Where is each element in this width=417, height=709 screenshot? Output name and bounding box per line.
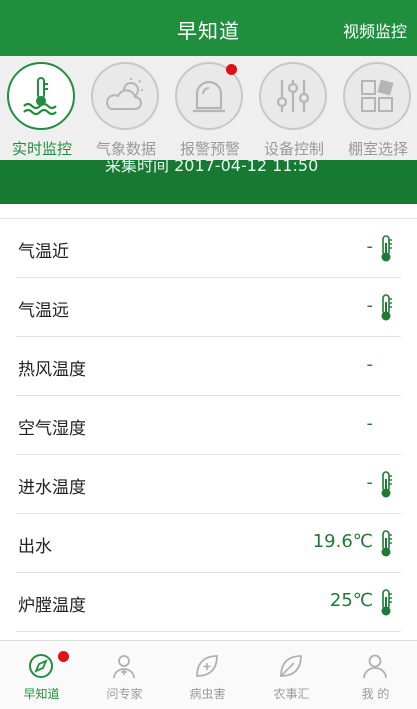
menu-item-label: 报警预警 xyxy=(179,140,240,158)
reading-name: 热风温度 xyxy=(18,360,86,380)
reading-row: 炉膛温度 25℃ xyxy=(16,573,401,632)
thermometer-icon[interactable] xyxy=(379,530,393,558)
reading-row: 出水 19.6℃ xyxy=(16,514,401,573)
reading-row: 空气湿度 - xyxy=(16,396,401,455)
menu-circle xyxy=(259,62,327,130)
reading-value: - xyxy=(366,236,374,257)
thermometer-icon[interactable] xyxy=(379,294,393,322)
menu-item-realtime-monitor[interactable]: 实时监控 xyxy=(0,62,84,158)
reading-name: 进水温度 xyxy=(18,478,86,498)
alarm-badge xyxy=(226,64,237,75)
leaf-icon xyxy=(280,655,302,677)
compass-icon xyxy=(29,654,53,678)
thermometer-water-icon xyxy=(23,77,57,116)
tab-label: 农事汇 xyxy=(273,687,310,701)
tab-pests-diseases[interactable]: 病虫害 xyxy=(166,641,249,709)
leaf-plus-icon xyxy=(196,655,218,677)
menu-item-weather-data[interactable]: 气象数据 xyxy=(84,62,168,158)
reading-value: 25℃ xyxy=(329,590,373,611)
app-header: 早知道 视频监控 xyxy=(0,0,417,56)
sliders-icon xyxy=(276,80,310,112)
reading-name: 出水 xyxy=(18,537,52,557)
menu-circle xyxy=(343,62,411,130)
reading-row: 气温近 - xyxy=(16,219,401,278)
person-icon xyxy=(363,654,387,679)
thermometer-icon[interactable] xyxy=(379,589,393,617)
reading-value: - xyxy=(366,472,374,493)
reading-name: 气温远 xyxy=(18,301,69,321)
alarm-light-icon xyxy=(193,80,225,113)
reading-name: 炉膛温度 xyxy=(18,596,86,616)
thermometer-icon[interactable] xyxy=(379,235,393,263)
reading-row: 气温远 - xyxy=(16,278,401,337)
grid-squares-icon xyxy=(361,79,394,112)
expert-icon xyxy=(113,655,135,679)
tab-zaozhidao[interactable]: 早知道 xyxy=(0,641,83,709)
menu-item-greenhouse-select[interactable]: 棚室选择 xyxy=(336,62,417,158)
tab-farming-news[interactable]: 农事汇 xyxy=(250,641,333,709)
tab-badge xyxy=(58,651,69,662)
menu-circle xyxy=(7,62,75,130)
tab-label: 病虫害 xyxy=(189,687,226,701)
bottom-tab-bar: 早知道 问专家 病虫害 农事汇 我 的 xyxy=(0,640,417,709)
menu-item-alarm-warning[interactable]: 报警预警 xyxy=(168,62,252,158)
reading-value: - xyxy=(366,295,374,316)
tab-label: 问专家 xyxy=(106,687,143,701)
reading-name: 气温近 xyxy=(18,242,69,262)
reading-row: 进水温度 - xyxy=(16,455,401,514)
tab-label: 我 的 xyxy=(361,687,390,701)
video-monitor-link[interactable]: 视频监控 xyxy=(343,18,407,42)
menu-item-label: 棚室选择 xyxy=(347,140,408,158)
tab-label: 早知道 xyxy=(23,687,60,701)
cloud-sun-icon xyxy=(106,78,143,110)
thermometer-icon[interactable] xyxy=(379,471,393,499)
menu-item-label: 气象数据 xyxy=(95,140,156,158)
reading-name: 空气湿度 xyxy=(18,419,86,439)
menu-circle xyxy=(91,62,159,130)
reading-value: 19.6℃ xyxy=(312,531,373,552)
reading-value: - xyxy=(366,413,374,434)
tab-ask-expert[interactable]: 问专家 xyxy=(83,641,166,709)
tab-me[interactable]: 我 的 xyxy=(334,641,417,709)
reading-value: - xyxy=(366,354,374,375)
menu-item-label: 设备控制 xyxy=(263,140,324,158)
menu-item-label: 实时监控 xyxy=(11,140,72,158)
function-menu: 实时监控 气象数据 报警预警 设备控制 棚室选择 xyxy=(0,56,417,160)
menu-item-device-control[interactable]: 设备控制 xyxy=(252,62,336,158)
readings-list: 气温近 - 气温远 - 热风温度 - 空气湿度 - 进水温度 - 出水 19.6… xyxy=(0,218,417,632)
reading-row: 热风温度 - xyxy=(16,337,401,396)
